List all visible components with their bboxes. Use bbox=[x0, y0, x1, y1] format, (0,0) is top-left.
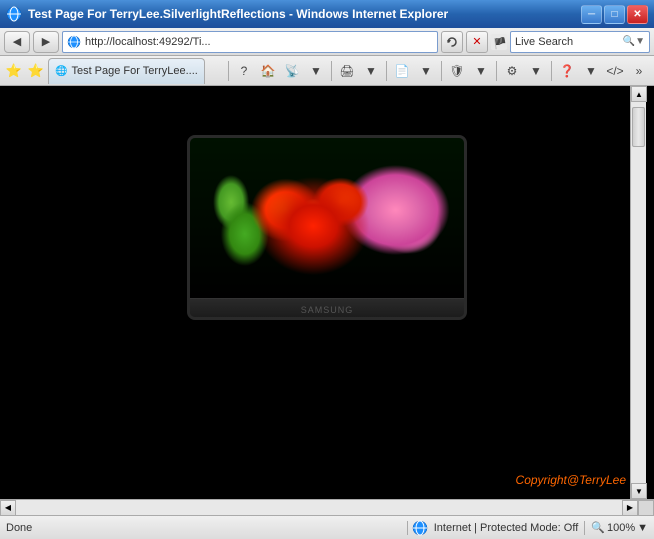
zoom-dropdown-arrow[interactable]: ▼ bbox=[637, 522, 648, 534]
feeds-button[interactable]: 📡 bbox=[281, 60, 303, 82]
stop-button[interactable]: ✕ bbox=[466, 31, 488, 53]
title-bar: Test Page For TerryLee.SilverlightReflec… bbox=[0, 0, 654, 28]
status-right: Internet | Protected Mode: Off 🔍 100% ▼ bbox=[412, 520, 648, 536]
page-dropdown[interactable]: ▼ bbox=[415, 60, 437, 82]
page-button[interactable]: 📄 bbox=[391, 60, 413, 82]
tab-label: Test Page For TerryLee.... bbox=[71, 65, 197, 77]
h-scroll-track[interactable] bbox=[16, 500, 622, 515]
close-button[interactable]: ✕ bbox=[627, 5, 648, 24]
toolbar-separator-6 bbox=[551, 61, 552, 81]
monitor-display: SAMSUNG bbox=[187, 135, 467, 450]
favorites-star-button[interactable]: ⭐ bbox=[4, 61, 24, 81]
tools-button[interactable]: ⚙ bbox=[501, 60, 523, 82]
search-dropdown[interactable]: ▼ bbox=[635, 36, 645, 47]
page-icon bbox=[67, 35, 81, 49]
horizontal-scrollbar[interactable]: ◀ ▶ bbox=[0, 499, 654, 515]
content-wrapper: SAMSUNG Copyright@TerryLee ▲ ▼ bbox=[8, 86, 646, 499]
forward-button[interactable]: ▶ bbox=[33, 31, 59, 53]
toolbar-separator-1 bbox=[228, 61, 229, 81]
scroll-left-button[interactable]: ◀ bbox=[0, 500, 16, 516]
back-button[interactable]: ◀ bbox=[4, 31, 30, 53]
bing-icon: 🏴 bbox=[491, 34, 507, 50]
address-text: http://localhost:49292/Ti... bbox=[85, 36, 211, 48]
search-arrow[interactable]: 🔍 bbox=[623, 36, 635, 47]
active-tab[interactable]: 🌐 Test Page For TerryLee.... bbox=[48, 58, 205, 84]
status-text: Done bbox=[6, 522, 403, 534]
scroll-track[interactable] bbox=[631, 102, 646, 483]
add-favorites-button[interactable]: ⭐ bbox=[26, 61, 46, 81]
question-button[interactable]: ? bbox=[233, 60, 255, 82]
zone-text: Internet | Protected Mode: Off bbox=[434, 522, 579, 534]
extend-toolbar-button[interactable]: » bbox=[628, 60, 650, 82]
toolbar-separator-4 bbox=[441, 61, 442, 81]
toolbar-separator-2 bbox=[331, 61, 332, 81]
monitor-base: SAMSUNG bbox=[190, 298, 464, 320]
copyright-text: Copyright@TerryLee bbox=[516, 473, 626, 487]
scroll-down-button[interactable]: ▼ bbox=[631, 483, 647, 499]
help-button[interactable]: ❓ bbox=[556, 60, 578, 82]
tab-strip: 🌐 Test Page For TerryLee.... bbox=[48, 58, 224, 84]
home-button[interactable]: 🏠 bbox=[257, 60, 279, 82]
monitor-brand: SAMSUNG bbox=[301, 305, 354, 315]
refresh-button[interactable] bbox=[441, 31, 463, 53]
feeds-dropdown[interactable]: ▼ bbox=[305, 60, 327, 82]
scroll-right-button[interactable]: ▶ bbox=[622, 500, 638, 516]
reflection-fade bbox=[187, 370, 467, 450]
scroll-thumb[interactable] bbox=[632, 107, 645, 147]
vertical-scrollbar[interactable]: ▲ ▼ bbox=[630, 86, 646, 499]
print-dropdown[interactable]: ▼ bbox=[360, 60, 382, 82]
address-input-container[interactable]: http://localhost:49292/Ti... bbox=[62, 31, 438, 53]
minimize-button[interactable]: ─ bbox=[581, 5, 602, 24]
monitor: SAMSUNG bbox=[187, 135, 467, 320]
address-bar: ◀ ▶ http://localhost:49292/Ti... ✕ 🏴 Liv… bbox=[0, 28, 654, 56]
safety-button[interactable]: 🛡 bbox=[446, 60, 468, 82]
monitor-screen bbox=[190, 138, 464, 298]
scroll-corner bbox=[638, 500, 654, 516]
toolbar-separator-5 bbox=[496, 61, 497, 81]
search-box[interactable]: Live Search 🔍 ▼ bbox=[510, 31, 650, 53]
print-button[interactable]: 🖨 bbox=[336, 60, 358, 82]
search-text: Live Search bbox=[515, 36, 623, 48]
flower-image bbox=[190, 138, 464, 298]
monitor-reflection bbox=[187, 320, 467, 450]
toolbar: ⭐ ⭐ 🌐 Test Page For TerryLee.... ? 🏠 📡 ▼… bbox=[0, 56, 654, 86]
help-dropdown[interactable]: ▼ bbox=[580, 60, 602, 82]
developer-button[interactable]: </> bbox=[604, 60, 626, 82]
safety-dropdown[interactable]: ▼ bbox=[470, 60, 492, 82]
window-title: Test Page For TerryLee.SilverlightReflec… bbox=[28, 7, 575, 21]
status-bar: Done Internet | Protected Mode: Off 🔍 10… bbox=[0, 515, 654, 539]
zone-icon bbox=[412, 520, 428, 536]
window-controls: ─ □ ✕ bbox=[581, 5, 648, 24]
svg-text:🏴: 🏴 bbox=[493, 36, 507, 50]
browser-content: SAMSUNG Copyright@TerryLee ▲ ▼ bbox=[0, 86, 654, 499]
maximize-button[interactable]: □ bbox=[604, 5, 625, 24]
zoom-level: 100% bbox=[607, 522, 635, 534]
scroll-up-button[interactable]: ▲ bbox=[631, 86, 647, 102]
tools-dropdown[interactable]: ▼ bbox=[525, 60, 547, 82]
tab-icon: 🌐 bbox=[55, 66, 67, 77]
ie-icon bbox=[6, 6, 22, 22]
toolbar-separator-3 bbox=[386, 61, 387, 81]
